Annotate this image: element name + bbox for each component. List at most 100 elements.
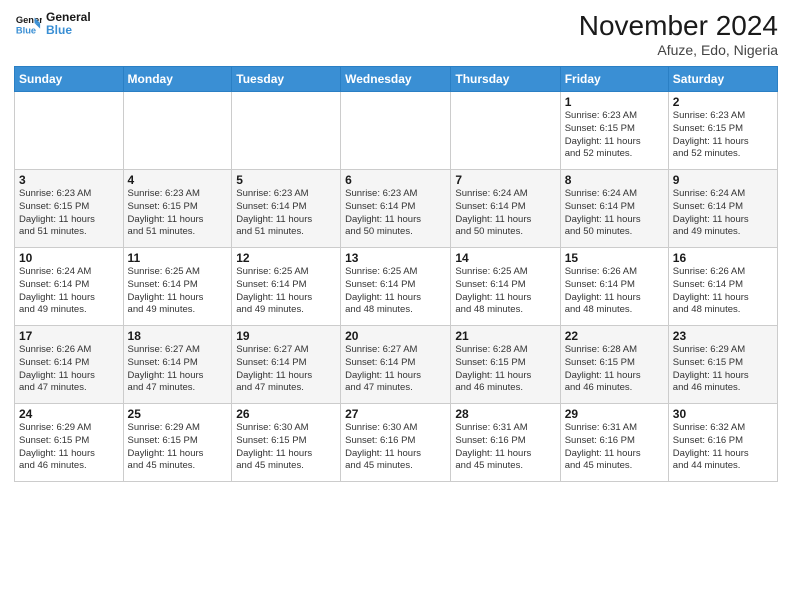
calendar-day-cell xyxy=(15,92,124,170)
calendar-day-cell: 17Sunrise: 6:26 AM Sunset: 6:14 PM Dayli… xyxy=(15,326,124,404)
day-info: Sunrise: 6:23 AM Sunset: 6:14 PM Dayligh… xyxy=(345,188,446,239)
calendar-day-cell: 2Sunrise: 6:23 AM Sunset: 6:15 PM Daylig… xyxy=(668,92,777,170)
day-info: Sunrise: 6:25 AM Sunset: 6:14 PM Dayligh… xyxy=(455,266,555,317)
calendar-day-cell: 29Sunrise: 6:31 AM Sunset: 6:16 PM Dayli… xyxy=(560,404,668,482)
day-info: Sunrise: 6:25 AM Sunset: 6:14 PM Dayligh… xyxy=(236,266,336,317)
day-number: 5 xyxy=(236,173,336,187)
page-header: General Blue General Blue November 2024 … xyxy=(14,10,778,58)
weekday-header-tuesday: Tuesday xyxy=(232,67,341,92)
day-info: Sunrise: 6:28 AM Sunset: 6:15 PM Dayligh… xyxy=(455,344,555,395)
calendar-day-cell: 18Sunrise: 6:27 AM Sunset: 6:14 PM Dayli… xyxy=(123,326,232,404)
weekday-header-sunday: Sunday xyxy=(15,67,124,92)
day-number: 23 xyxy=(673,329,773,343)
day-number: 20 xyxy=(345,329,446,343)
weekday-header-friday: Friday xyxy=(560,67,668,92)
weekday-header-saturday: Saturday xyxy=(668,67,777,92)
svg-text:Blue: Blue xyxy=(16,25,36,35)
logo-line2: Blue xyxy=(46,24,91,37)
day-number: 3 xyxy=(19,173,119,187)
day-info: Sunrise: 6:24 AM Sunset: 6:14 PM Dayligh… xyxy=(19,266,119,317)
day-info: Sunrise: 6:31 AM Sunset: 6:16 PM Dayligh… xyxy=(455,422,555,473)
calendar-week-row: 24Sunrise: 6:29 AM Sunset: 6:15 PM Dayli… xyxy=(15,404,778,482)
day-info: Sunrise: 6:31 AM Sunset: 6:16 PM Dayligh… xyxy=(565,422,664,473)
calendar-day-cell: 10Sunrise: 6:24 AM Sunset: 6:14 PM Dayli… xyxy=(15,248,124,326)
day-number: 14 xyxy=(455,251,555,265)
day-number: 11 xyxy=(128,251,228,265)
day-info: Sunrise: 6:32 AM Sunset: 6:16 PM Dayligh… xyxy=(673,422,773,473)
calendar-day-cell: 27Sunrise: 6:30 AM Sunset: 6:16 PM Dayli… xyxy=(341,404,451,482)
day-number: 24 xyxy=(19,407,119,421)
day-number: 1 xyxy=(565,95,664,109)
calendar-day-cell: 1Sunrise: 6:23 AM Sunset: 6:15 PM Daylig… xyxy=(560,92,668,170)
calendar-day-cell: 22Sunrise: 6:28 AM Sunset: 6:15 PM Dayli… xyxy=(560,326,668,404)
day-info: Sunrise: 6:30 AM Sunset: 6:15 PM Dayligh… xyxy=(236,422,336,473)
calendar-day-cell xyxy=(341,92,451,170)
calendar-day-cell xyxy=(232,92,341,170)
calendar-day-cell: 16Sunrise: 6:26 AM Sunset: 6:14 PM Dayli… xyxy=(668,248,777,326)
day-number: 10 xyxy=(19,251,119,265)
day-info: Sunrise: 6:28 AM Sunset: 6:15 PM Dayligh… xyxy=(565,344,664,395)
calendar-table: SundayMondayTuesdayWednesdayThursdayFrid… xyxy=(14,66,778,482)
day-number: 16 xyxy=(673,251,773,265)
day-number: 17 xyxy=(19,329,119,343)
day-number: 2 xyxy=(673,95,773,109)
calendar-day-cell: 25Sunrise: 6:29 AM Sunset: 6:15 PM Dayli… xyxy=(123,404,232,482)
day-info: Sunrise: 6:27 AM Sunset: 6:14 PM Dayligh… xyxy=(345,344,446,395)
day-info: Sunrise: 6:25 AM Sunset: 6:14 PM Dayligh… xyxy=(128,266,228,317)
day-info: Sunrise: 6:26 AM Sunset: 6:14 PM Dayligh… xyxy=(673,266,773,317)
day-info: Sunrise: 6:24 AM Sunset: 6:14 PM Dayligh… xyxy=(565,188,664,239)
day-number: 15 xyxy=(565,251,664,265)
day-number: 6 xyxy=(345,173,446,187)
day-info: Sunrise: 6:29 AM Sunset: 6:15 PM Dayligh… xyxy=(673,344,773,395)
day-number: 27 xyxy=(345,407,446,421)
day-number: 12 xyxy=(236,251,336,265)
day-info: Sunrise: 6:30 AM Sunset: 6:16 PM Dayligh… xyxy=(345,422,446,473)
day-number: 22 xyxy=(565,329,664,343)
calendar-header-row: SundayMondayTuesdayWednesdayThursdayFrid… xyxy=(15,67,778,92)
day-info: Sunrise: 6:23 AM Sunset: 6:15 PM Dayligh… xyxy=(673,110,773,161)
calendar-day-cell xyxy=(451,92,560,170)
calendar-week-row: 1Sunrise: 6:23 AM Sunset: 6:15 PM Daylig… xyxy=(15,92,778,170)
calendar-body: 1Sunrise: 6:23 AM Sunset: 6:15 PM Daylig… xyxy=(15,92,778,482)
calendar-day-cell: 23Sunrise: 6:29 AM Sunset: 6:15 PM Dayli… xyxy=(668,326,777,404)
calendar-day-cell: 26Sunrise: 6:30 AM Sunset: 6:15 PM Dayli… xyxy=(232,404,341,482)
day-info: Sunrise: 6:24 AM Sunset: 6:14 PM Dayligh… xyxy=(673,188,773,239)
calendar-day-cell: 28Sunrise: 6:31 AM Sunset: 6:16 PM Dayli… xyxy=(451,404,560,482)
calendar-week-row: 10Sunrise: 6:24 AM Sunset: 6:14 PM Dayli… xyxy=(15,248,778,326)
location: Afuze, Edo, Nigeria xyxy=(579,42,778,58)
logo-icon: General Blue xyxy=(14,10,42,38)
weekday-header-monday: Monday xyxy=(123,67,232,92)
calendar-day-cell: 14Sunrise: 6:25 AM Sunset: 6:14 PM Dayli… xyxy=(451,248,560,326)
calendar-day-cell: 11Sunrise: 6:25 AM Sunset: 6:14 PM Dayli… xyxy=(123,248,232,326)
calendar-day-cell: 7Sunrise: 6:24 AM Sunset: 6:14 PM Daylig… xyxy=(451,170,560,248)
calendar-day-cell: 3Sunrise: 6:23 AM Sunset: 6:15 PM Daylig… xyxy=(15,170,124,248)
day-number: 21 xyxy=(455,329,555,343)
calendar-day-cell: 9Sunrise: 6:24 AM Sunset: 6:14 PM Daylig… xyxy=(668,170,777,248)
month-title: November 2024 xyxy=(579,10,778,42)
day-number: 28 xyxy=(455,407,555,421)
day-number: 29 xyxy=(565,407,664,421)
day-number: 4 xyxy=(128,173,228,187)
weekday-header-wednesday: Wednesday xyxy=(341,67,451,92)
day-number: 8 xyxy=(565,173,664,187)
day-number: 9 xyxy=(673,173,773,187)
day-info: Sunrise: 6:23 AM Sunset: 6:15 PM Dayligh… xyxy=(128,188,228,239)
calendar-day-cell: 6Sunrise: 6:23 AM Sunset: 6:14 PM Daylig… xyxy=(341,170,451,248)
day-info: Sunrise: 6:26 AM Sunset: 6:14 PM Dayligh… xyxy=(19,344,119,395)
calendar-day-cell: 12Sunrise: 6:25 AM Sunset: 6:14 PM Dayli… xyxy=(232,248,341,326)
day-info: Sunrise: 6:23 AM Sunset: 6:14 PM Dayligh… xyxy=(236,188,336,239)
calendar-day-cell xyxy=(123,92,232,170)
calendar-day-cell: 13Sunrise: 6:25 AM Sunset: 6:14 PM Dayli… xyxy=(341,248,451,326)
day-info: Sunrise: 6:23 AM Sunset: 6:15 PM Dayligh… xyxy=(565,110,664,161)
calendar-week-row: 17Sunrise: 6:26 AM Sunset: 6:14 PM Dayli… xyxy=(15,326,778,404)
day-info: Sunrise: 6:23 AM Sunset: 6:15 PM Dayligh… xyxy=(19,188,119,239)
calendar-day-cell: 4Sunrise: 6:23 AM Sunset: 6:15 PM Daylig… xyxy=(123,170,232,248)
title-block: November 2024 Afuze, Edo, Nigeria xyxy=(579,10,778,58)
day-number: 7 xyxy=(455,173,555,187)
day-info: Sunrise: 6:27 AM Sunset: 6:14 PM Dayligh… xyxy=(128,344,228,395)
day-number: 13 xyxy=(345,251,446,265)
calendar-day-cell: 5Sunrise: 6:23 AM Sunset: 6:14 PM Daylig… xyxy=(232,170,341,248)
calendar-week-row: 3Sunrise: 6:23 AM Sunset: 6:15 PM Daylig… xyxy=(15,170,778,248)
day-info: Sunrise: 6:25 AM Sunset: 6:14 PM Dayligh… xyxy=(345,266,446,317)
calendar-day-cell: 8Sunrise: 6:24 AM Sunset: 6:14 PM Daylig… xyxy=(560,170,668,248)
